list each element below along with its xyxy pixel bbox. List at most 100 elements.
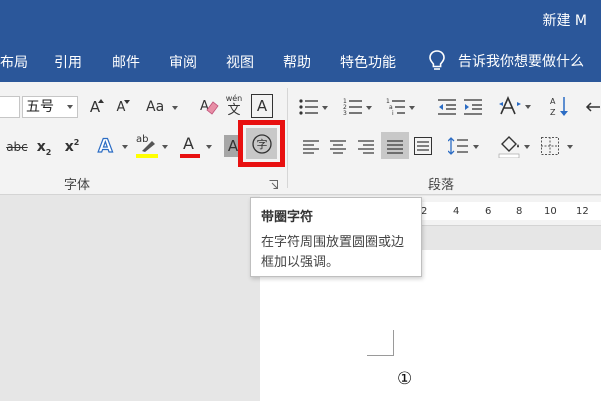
decrease-indent-button[interactable] [437, 96, 457, 118]
tab-mailings[interactable]: 邮件 [112, 52, 140, 72]
chevron-down-icon [409, 106, 415, 110]
chevron-down-icon [162, 145, 168, 149]
tab-review[interactable]: 审阅 [169, 52, 197, 72]
bullets-button[interactable] [299, 96, 329, 118]
superscript-glyph: x [64, 139, 74, 155]
align-center-icon [330, 140, 346, 154]
bulleted-list-icon [299, 99, 318, 115]
text-effects-button[interactable]: A [97, 134, 130, 158]
shading-button[interactable] [498, 132, 532, 160]
paint-bucket-icon [498, 136, 520, 158]
grow-font-button[interactable]: A [86, 96, 104, 118]
tab-layout[interactable]: 布局 [0, 52, 28, 72]
tab-view[interactable]: 视图 [226, 52, 254, 72]
ribbon: 五号 A A Aa A wén 文 A abc x2 x2 A ab A A 1… [0, 82, 601, 195]
change-case-button[interactable]: Aa [146, 96, 180, 118]
font-size-select[interactable]: 五号 [22, 96, 78, 118]
strikethrough-button[interactable]: abc [4, 137, 30, 157]
document-text[interactable]: ① [397, 369, 412, 389]
borders-icon [541, 137, 559, 155]
chevron-down-icon [172, 106, 178, 110]
distributed-button[interactable] [413, 134, 433, 158]
document-background [0, 196, 260, 401]
chevron-down-icon [567, 145, 573, 149]
align-left-icon [303, 140, 319, 154]
group-separator [287, 88, 288, 188]
increase-indent-button[interactable] [463, 96, 483, 118]
subscript-glyph: x [36, 139, 46, 155]
chevron-down-icon [206, 145, 212, 149]
red-highlight-frame [238, 120, 285, 167]
chinese-layout-button[interactable] [499, 94, 533, 118]
tell-me-label: 告诉我你想要做什么 [458, 54, 584, 70]
svg-text:Z: Z [550, 108, 556, 117]
phonetic-guide-button[interactable]: wén 文 [224, 92, 244, 120]
tooltip: 带圈字符 在字符周围放置圆圈或边框加以强调。 [250, 197, 422, 277]
sort-button[interactable]: A Z [549, 94, 571, 118]
tooltip-title: 带圈字符 [261, 210, 314, 225]
clear-formatting-button[interactable]: A [198, 94, 220, 118]
eraser-icon: A [200, 99, 219, 115]
tooltip-description: 在字符周围放置圆圈或边框加以强调。 [261, 235, 405, 270]
show-marks-button[interactable] [583, 96, 601, 118]
borders-button[interactable] [541, 134, 577, 158]
highlighter-pen-icon [142, 141, 155, 152]
justify-button[interactable] [385, 136, 405, 158]
svg-text:A: A [200, 99, 209, 114]
phonetic-bottom: 文 [227, 103, 241, 118]
align-right-icon [358, 140, 374, 154]
highlight-color-bar [136, 154, 158, 158]
title-bar: 新建 M [0, 0, 601, 40]
change-case-glyph: Aa [146, 99, 165, 115]
align-left-button[interactable] [301, 136, 321, 158]
subscript-button[interactable]: x2 [34, 135, 54, 159]
svg-text:3: 3 [343, 110, 347, 116]
character-shading-glyph: A [227, 137, 239, 155]
font-color-button[interactable]: A [180, 132, 214, 160]
align-right-button[interactable] [356, 136, 376, 158]
caret-up-icon [98, 99, 104, 103]
superscript-mark: 2 [73, 137, 80, 147]
font-group-label: 字体 [64, 178, 91, 193]
increase-indent-icon [464, 99, 482, 115]
paragraph-group-label: 段落 [428, 178, 455, 193]
chevron-down-icon [473, 145, 479, 149]
tab-help[interactable]: 帮助 [283, 52, 311, 72]
window-title: 新建 M [542, 13, 587, 29]
font-color-bar [180, 154, 200, 158]
tab-special-features[interactable]: 特色功能 [340, 52, 396, 72]
distributed-align-icon [414, 137, 432, 155]
ribbon-tabs: 布局 引用 邮件 审阅 视图 帮助 特色功能 告诉我你想要做什么 [0, 40, 601, 82]
multilevel-list-button[interactable]: 1 a i [386, 96, 416, 118]
font-color-glyph: A [183, 134, 194, 153]
font-name-box[interactable] [0, 96, 20, 118]
decrease-indent-icon [438, 99, 456, 115]
dialog-launcher-icon[interactable] [269, 180, 278, 189]
align-justify-icon [387, 140, 403, 154]
shrink-font-button[interactable]: A [112, 96, 130, 118]
svg-text:i: i [392, 110, 394, 116]
margin-corner-mark [393, 330, 394, 355]
tab-references[interactable]: 引用 [54, 52, 82, 72]
line-spacing-icon [448, 137, 468, 155]
caret-down-icon [124, 100, 130, 104]
margin-corner-mark [367, 355, 394, 356]
line-spacing-button[interactable] [448, 134, 482, 158]
arrow-left-icon [585, 102, 600, 112]
numbered-list-icon: 1 2 3 [343, 98, 362, 116]
chevron-down-icon [524, 145, 530, 149]
sort-az-icon: A Z [550, 97, 568, 117]
ruler-number: 4 [453, 206, 460, 217]
ruler-number: 10 [544, 206, 557, 217]
strikethrough-glyph: abc [6, 140, 28, 154]
chevron-down-icon [122, 145, 128, 149]
chevron-down-icon [525, 105, 531, 109]
chevron-down-icon [63, 97, 77, 117]
numbering-button[interactable]: 1 2 3 [343, 96, 373, 118]
character-border-button[interactable]: A [251, 94, 273, 118]
text-highlight-button[interactable]: ab [136, 132, 170, 160]
tell-me-search[interactable]: 告诉我你想要做什么 [428, 48, 584, 74]
multilevel-list-icon: 1 a i [386, 98, 405, 116]
superscript-button[interactable]: x2 [62, 135, 82, 159]
align-center-button[interactable] [328, 136, 348, 158]
